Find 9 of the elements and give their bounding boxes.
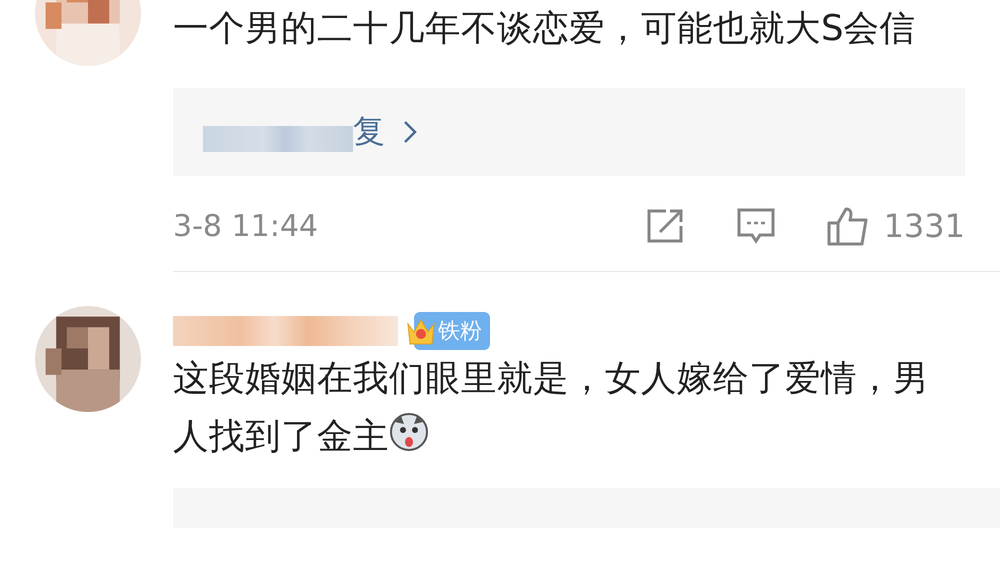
comment-text: 这段婚姻在我们眼里就是，女人嫁给了爱情，男人找到了金主 (173, 357, 930, 459)
replies-link[interactable]: 复 (353, 110, 417, 154)
chevron-icon (403, 120, 417, 144)
dog-emoji-icon (389, 412, 429, 452)
comment-time: 3-8 11:44 (173, 208, 319, 244)
thumbs-up-icon (826, 206, 870, 246)
comment-text: 一个男的二十几年不谈恋爱，可能也就大S会信 (173, 7, 917, 51)
like-button[interactable]: 1331 (826, 206, 965, 246)
comment-icon[interactable] (736, 207, 776, 245)
